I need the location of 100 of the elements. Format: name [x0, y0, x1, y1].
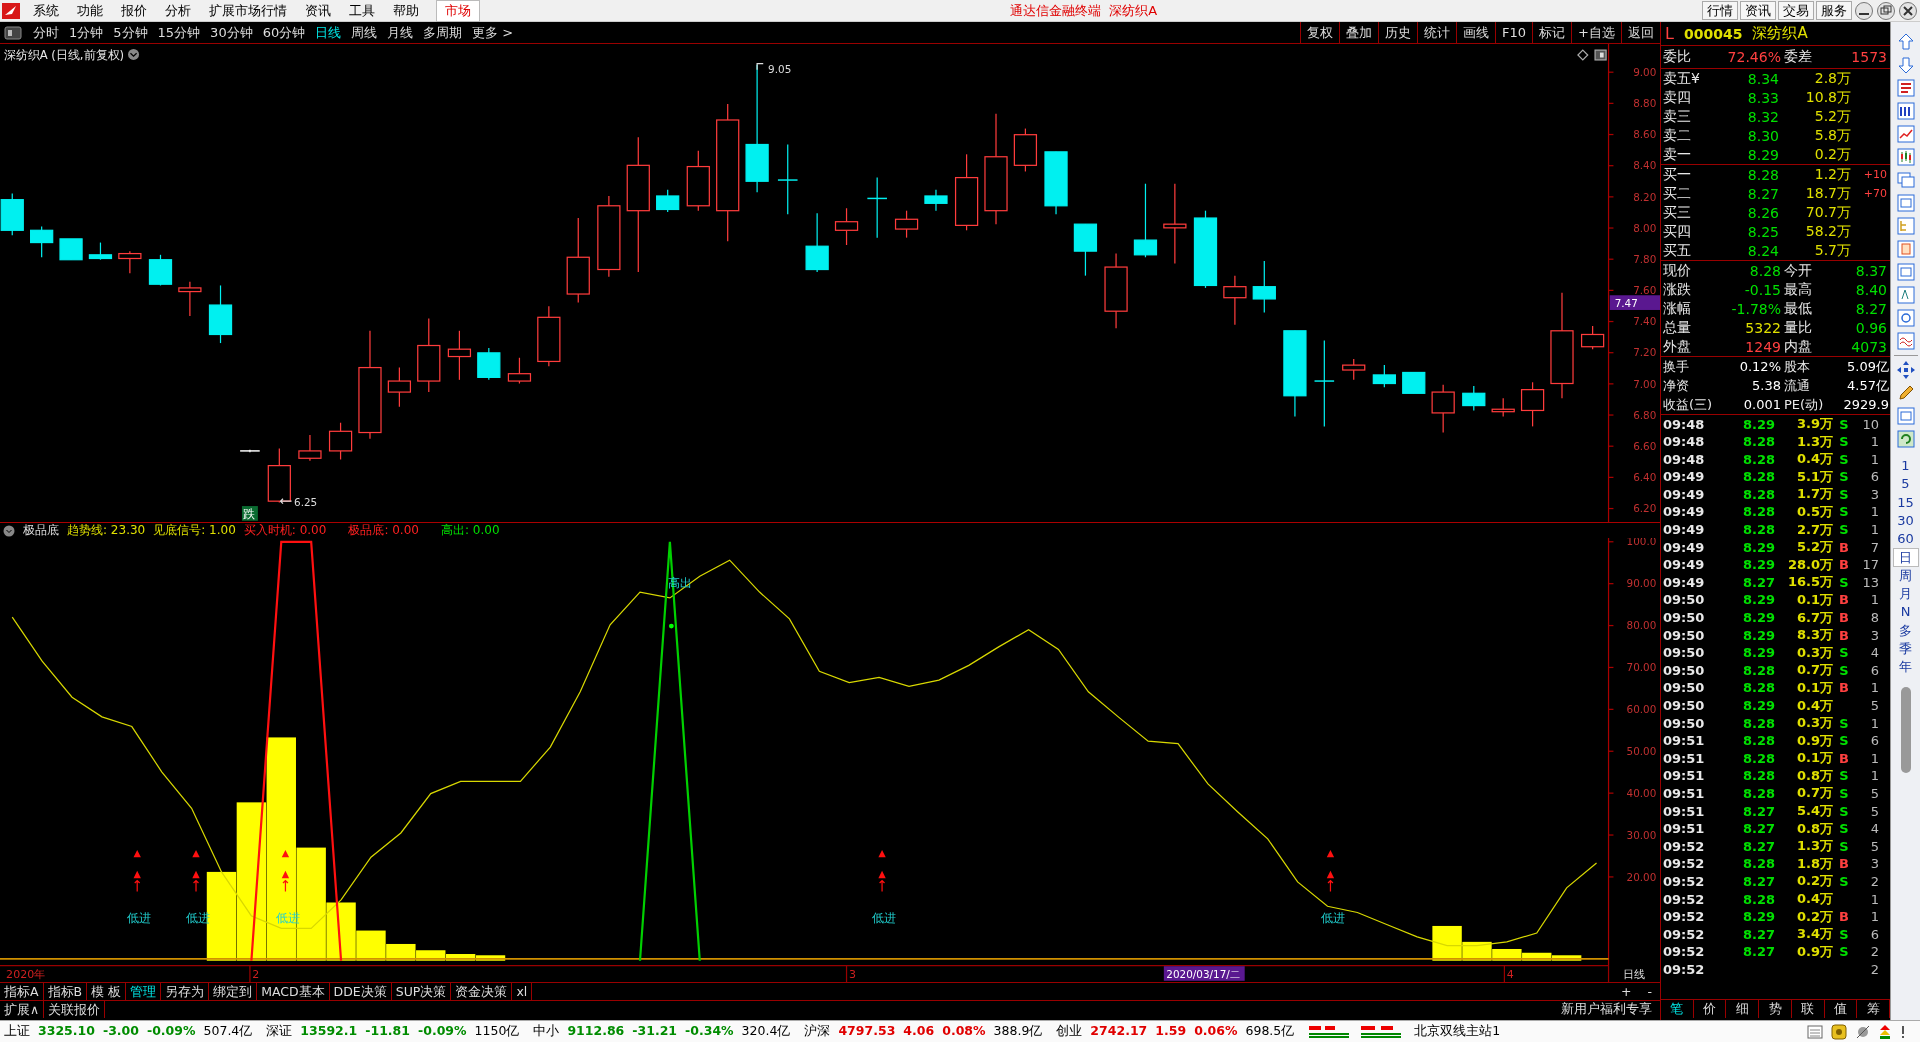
period-button[interactable]: N — [1892, 603, 1919, 622]
trade-volume: 0.1万 — [1795, 749, 1833, 768]
field-label: PE(动) — [1783, 395, 1825, 414]
panel-tab[interactable]: 细 — [1726, 1000, 1760, 1018]
period-button[interactable]: 15 — [1892, 493, 1919, 512]
period-tab[interactable]: 日线 — [310, 23, 347, 42]
period-button[interactable]: 周 — [1892, 566, 1919, 586]
menu-item[interactable]: 帮助 — [384, 1, 428, 20]
document-icon[interactable] — [1895, 285, 1916, 305]
diamond-icon[interactable] — [1577, 49, 1589, 61]
nav-button[interactable]: 资讯 — [1740, 1, 1776, 20]
axis-label: 8.20 — [1633, 190, 1657, 203]
zoom-button[interactable]: + — [1613, 984, 1640, 999]
minimize-icon[interactable] — [1854, 0, 1874, 21]
candlestick-icon[interactable] — [1895, 147, 1916, 167]
nav-button[interactable]: 行情 — [1702, 1, 1738, 20]
toolbar-button[interactable]: +自选 — [1571, 22, 1621, 43]
toolbar-button[interactable]: 历史 — [1378, 22, 1418, 43]
refresh-icon[interactable] — [1895, 429, 1916, 449]
collapse-icon[interactable] — [3, 524, 15, 537]
panel-tab[interactable]: 扩展∧ — [0, 1001, 45, 1018]
menu-item[interactable]: 报价 — [112, 1, 156, 20]
satellite-icon[interactable] — [1854, 1023, 1872, 1040]
period-button[interactable]: 月 — [1892, 585, 1919, 604]
zoom-button[interactable]: - — [1639, 984, 1660, 999]
candlestick — [537, 305, 561, 367]
trade-time: 09:52 — [1663, 856, 1706, 872]
toolbar-button[interactable]: F10 — [1495, 22, 1533, 43]
signal-arrows-icon[interactable] — [1878, 1023, 1892, 1040]
windows-icon[interactable] — [1895, 170, 1916, 190]
close-icon[interactable] — [1898, 0, 1918, 21]
promo-link[interactable]: 新用户福利专享 — [1561, 1001, 1660, 1018]
table-icon[interactable] — [1895, 101, 1916, 121]
restore-icon[interactable] — [1876, 0, 1896, 21]
period-button[interactable]: 5 — [1892, 475, 1919, 494]
period-tab[interactable]: 5分钟 — [108, 23, 153, 42]
trade-count: 5 — [1869, 785, 1879, 801]
period-button[interactable]: 30 — [1892, 511, 1919, 531]
field-label: 委比 — [1663, 48, 1692, 66]
trade-time: 09:51 — [1663, 785, 1706, 801]
panel-toggle-icon[interactable] — [4, 25, 22, 40]
menu-item[interactable]: 分析 — [156, 1, 200, 20]
nav-button[interactable]: 交易 — [1778, 1, 1814, 20]
menu-item[interactable]: 功能 — [68, 1, 112, 20]
panel-tab[interactable]: 价 — [1693, 1000, 1727, 1018]
nav-button[interactable]: 服务 — [1816, 1, 1852, 20]
period-tab[interactable]: 周线 — [346, 23, 383, 42]
dropdown-icon[interactable] — [128, 48, 140, 60]
window-icon[interactable] — [1594, 49, 1607, 61]
candlestick — [777, 143, 799, 215]
trade-side: S — [1838, 733, 1850, 749]
period-tab[interactable]: 分时 — [28, 23, 64, 42]
panel-tab[interactable]: 值 — [1824, 1000, 1858, 1018]
panel-tab[interactable]: 联 — [1791, 1000, 1825, 1018]
coin-icon[interactable] — [1830, 1023, 1848, 1040]
field-value: 4.57亿 — [1846, 376, 1889, 395]
line-chart-icon[interactable] — [1895, 124, 1916, 144]
order-price: 8.30 — [1746, 127, 1779, 144]
candlestick — [1252, 260, 1276, 314]
period-button[interactable]: 年 — [1892, 658, 1919, 677]
period-button[interactable]: 多 — [1892, 621, 1919, 640]
trade-time: 09:51 — [1663, 803, 1706, 819]
panel-tab[interactable]: 势 — [1759, 1000, 1792, 1018]
toolbar-button[interactable]: 标记 — [1532, 22, 1572, 43]
menu-item[interactable]: 资讯 — [296, 1, 340, 20]
market-tab[interactable]: 市场 — [436, 0, 480, 22]
trade-price: 8.28 — [1741, 750, 1775, 766]
menu-item[interactable]: 扩展市场行情 — [200, 1, 296, 20]
period-tab[interactable]: 多周期 — [418, 23, 468, 42]
period-tab[interactable]: 1分钟 — [64, 23, 109, 42]
period-tab[interactable]: 更多 > — [467, 23, 519, 42]
panel-tab[interactable]: 笔 — [1661, 1000, 1694, 1018]
scrollbar-thumb[interactable] — [1900, 686, 1911, 773]
wave-icon[interactable] — [1895, 331, 1916, 351]
menu-item[interactable]: 系统 — [24, 1, 68, 20]
date-label: 4 — [1506, 968, 1514, 982]
period-tab[interactable]: 30分钟 — [205, 23, 258, 42]
candlestick — [88, 241, 113, 261]
candlestick — [328, 422, 353, 461]
period-button[interactable]: 日 — [1892, 548, 1919, 567]
toolbar-button[interactable]: 复权 — [1300, 22, 1340, 43]
period-button[interactable]: 60 — [1892, 530, 1919, 549]
toolbar-button[interactable]: 统计 — [1417, 22, 1457, 43]
period-tab[interactable]: 60分钟 — [257, 23, 311, 42]
table-icon[interactable] — [1895, 78, 1916, 98]
menu-item[interactable]: 工具 — [340, 1, 384, 20]
period-tab[interactable]: 15分钟 — [152, 23, 206, 42]
toolbar-button[interactable]: 叠加 — [1339, 22, 1379, 43]
period-button[interactable]: 1 — [1892, 457, 1919, 476]
move-icon[interactable] — [1895, 360, 1916, 380]
toolbar-button[interactable]: 画线 — [1456, 22, 1496, 43]
axis-label: 40.00 — [1626, 786, 1657, 799]
period-button[interactable]: 季 — [1892, 639, 1919, 659]
panel-tab[interactable]: 关联报价 — [44, 1001, 106, 1018]
field-label: 委差 — [1783, 48, 1813, 66]
trade-price: 8.29 — [1741, 645, 1775, 661]
index-percent: -0.34% — [685, 1023, 734, 1040]
field-value: 1573 — [1850, 49, 1887, 65]
period-tab[interactable]: 月线 — [382, 23, 419, 42]
signal-label: 低进 — [872, 911, 897, 926]
